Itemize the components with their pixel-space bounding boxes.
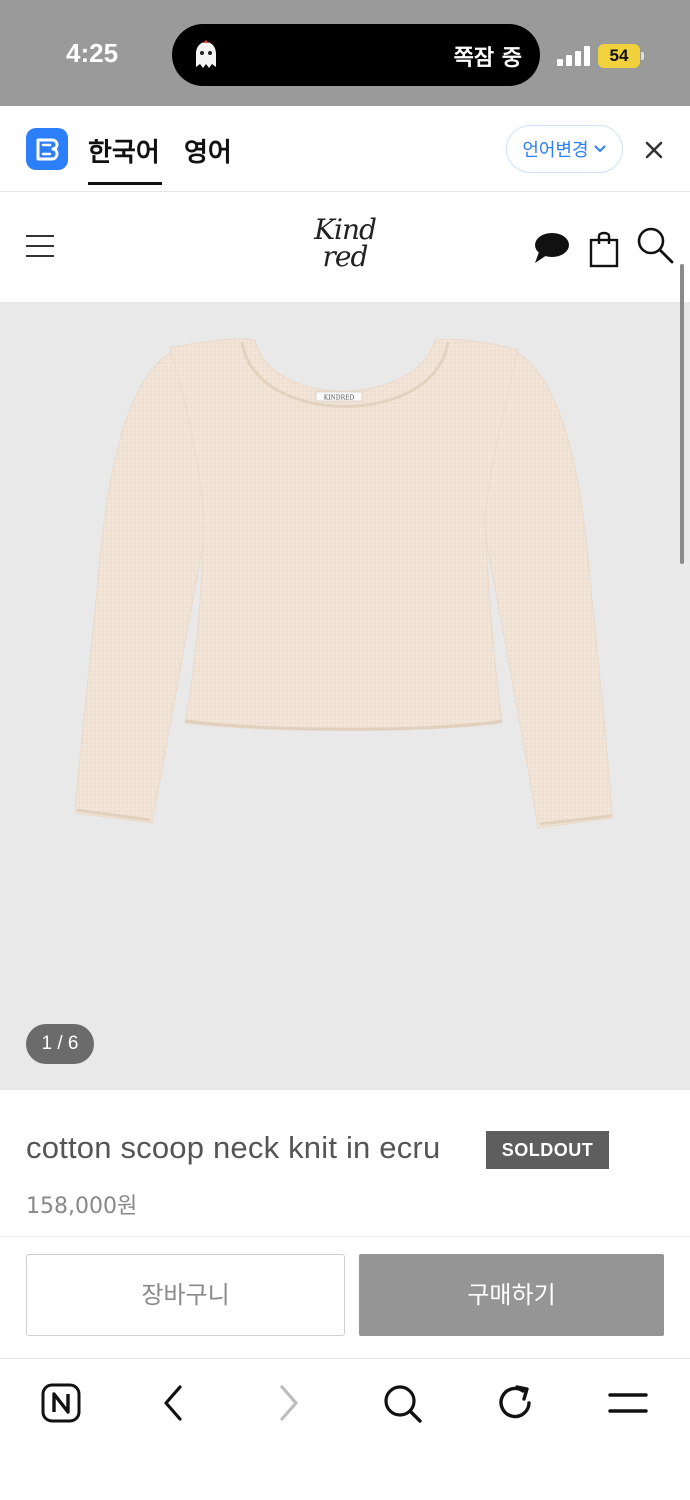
translate-bar: 한국어 영어 언어변경: [0, 106, 690, 192]
status-time: 4:25: [66, 38, 119, 68]
product-title: cotton scoop neck knit in ecru: [26, 1130, 441, 1165]
status-badge: SOLDOUT: [486, 1131, 609, 1169]
close-icon[interactable]: [640, 136, 668, 164]
product-info: cotton scoop neck knit in ecru SOLDOUT 1…: [0, 1090, 690, 1236]
ghost-icon: [196, 40, 216, 68]
chevron-down-icon: [593, 145, 606, 153]
back-arrow-icon[interactable]: [152, 1381, 196, 1425]
scrollbar[interactable]: [680, 264, 684, 564]
purchase-action-bar: 장바구니 구매하기: [0, 1236, 690, 1358]
buy-now-button[interactable]: 구매하기: [359, 1254, 664, 1336]
search-icon[interactable]: [636, 226, 674, 264]
dynamic-island: 쪽잠 중: [172, 24, 540, 86]
battery-icon: 54: [598, 44, 640, 68]
brand-logo-line2: red: [322, 240, 369, 273]
product-price: 158,000원: [26, 1194, 138, 1219]
chat-icon[interactable]: [532, 230, 570, 266]
brand-logo-line1: Kind: [314, 213, 377, 246]
site-header: Kind red: [0, 192, 690, 302]
translate-logo-icon: [26, 128, 68, 170]
change-language-label: 언어변경: [522, 140, 589, 161]
hamburger-menu-icon[interactable]: [26, 235, 54, 259]
status-bar: 4:25 쪽잠 중 54: [0, 0, 690, 106]
forward-arrow-icon[interactable]: [266, 1381, 310, 1425]
browser-toolbar: [0, 1358, 690, 1500]
menu-icon[interactable]: [606, 1381, 650, 1425]
product-photo-sweater: KINDRED: [74, 338, 613, 829]
change-language-button[interactable]: 언어변경: [506, 125, 623, 173]
refresh-icon[interactable]: [493, 1381, 537, 1425]
brand-logo[interactable]: Kind red: [300, 216, 390, 280]
shopping-bag-icon[interactable]: [589, 230, 619, 268]
sweater-label-text: KINDRED: [324, 395, 355, 402]
add-to-cart-button[interactable]: 장바구니: [26, 1254, 345, 1336]
product-image-carousel[interactable]: KINDRED 1 / 6: [0, 302, 690, 1090]
activity-text: 쪽잠 중: [453, 46, 522, 71]
image-counter: 1 / 6: [26, 1024, 94, 1064]
signal-icon: [557, 46, 591, 66]
search-icon[interactable]: [380, 1381, 424, 1425]
tab-english[interactable]: 영어: [184, 132, 232, 169]
tab-korean[interactable]: 한국어: [88, 132, 162, 185]
naver-home-icon[interactable]: [39, 1381, 83, 1425]
battery-nub: [641, 52, 644, 60]
